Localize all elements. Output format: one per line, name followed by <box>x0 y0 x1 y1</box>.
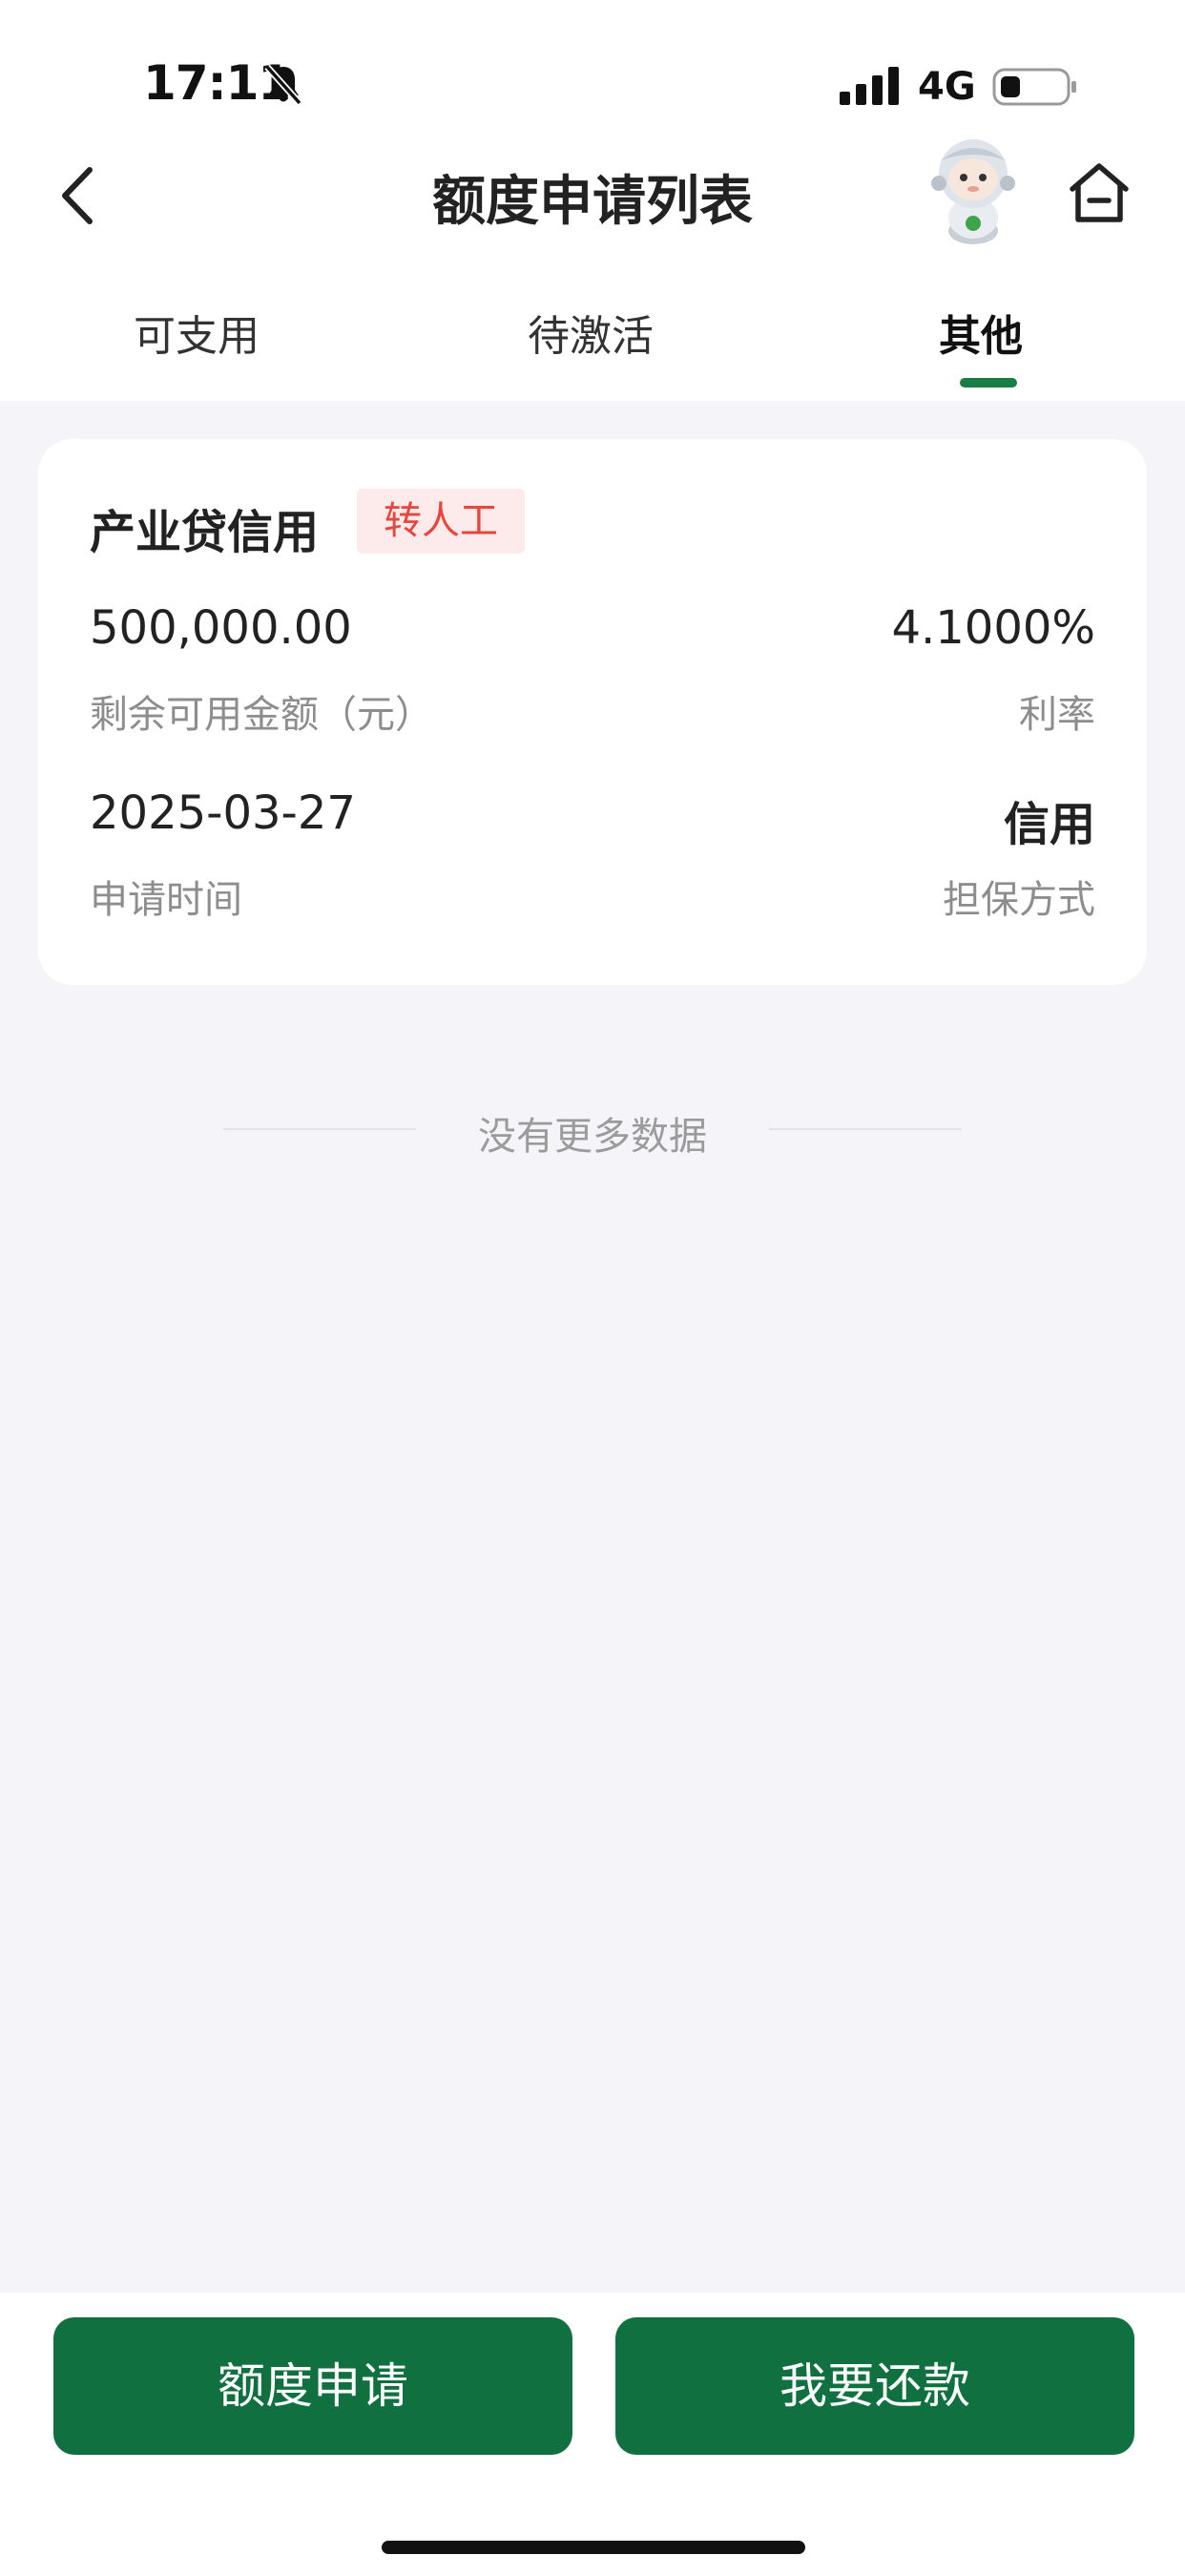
guarantee-type-label: 担保方式 <box>943 878 1095 922</box>
no-more-data-text: 没有更多数据 <box>478 1115 707 1159</box>
tab-available[interactable]: 可支用 <box>134 302 260 363</box>
interest-rate-label: 利率 <box>1019 693 1095 737</box>
credit-application-card[interactable]: 产业贷信用 转人工 500,000.00 剩余可用金额（元） 4.1000% 利… <box>38 439 1147 985</box>
home-indicator[interactable] <box>382 2541 805 2554</box>
tab-other[interactable]: 其他 <box>939 302 1023 363</box>
remaining-amount-value: 500,000.00 <box>90 601 352 655</box>
card-title: 产业贷信用 <box>90 506 320 559</box>
credit-apply-button[interactable]: 额度申请 <box>53 2317 572 2455</box>
status-bar: 17:11 4G <box>0 0 1185 134</box>
application-date-label: 申请时间 <box>90 878 242 922</box>
interest-rate-value: 4.1000% <box>891 601 1095 655</box>
signal-icon <box>840 67 899 105</box>
status-badge: 转人工 <box>357 489 525 554</box>
robot-mascot-icon[interactable] <box>916 134 1030 248</box>
tab-bar: 可支用 待激活 其他 <box>0 277 1185 401</box>
remaining-amount-label: 剩余可用金额（元） <box>90 693 433 737</box>
application-date-value: 2025-03-27 <box>90 786 356 840</box>
network-type: 4G <box>918 65 976 109</box>
divider-right <box>769 1128 962 1130</box>
active-tab-indicator <box>960 378 1017 387</box>
bell-off-icon <box>264 64 302 106</box>
guarantee-type-value: 信用 <box>1003 798 1095 851</box>
list-end-indicator: 没有更多数据 <box>0 1100 1185 1159</box>
battery-icon <box>992 68 1076 106</box>
home-icon[interactable] <box>1065 158 1133 227</box>
nav-bar: 额度申请列表 <box>0 134 1185 258</box>
tab-pending-activation[interactable]: 待激活 <box>528 302 654 363</box>
repay-button[interactable]: 我要还款 <box>615 2317 1134 2455</box>
bottom-action-bar: 额度申请 我要还款 <box>0 2293 1185 2576</box>
